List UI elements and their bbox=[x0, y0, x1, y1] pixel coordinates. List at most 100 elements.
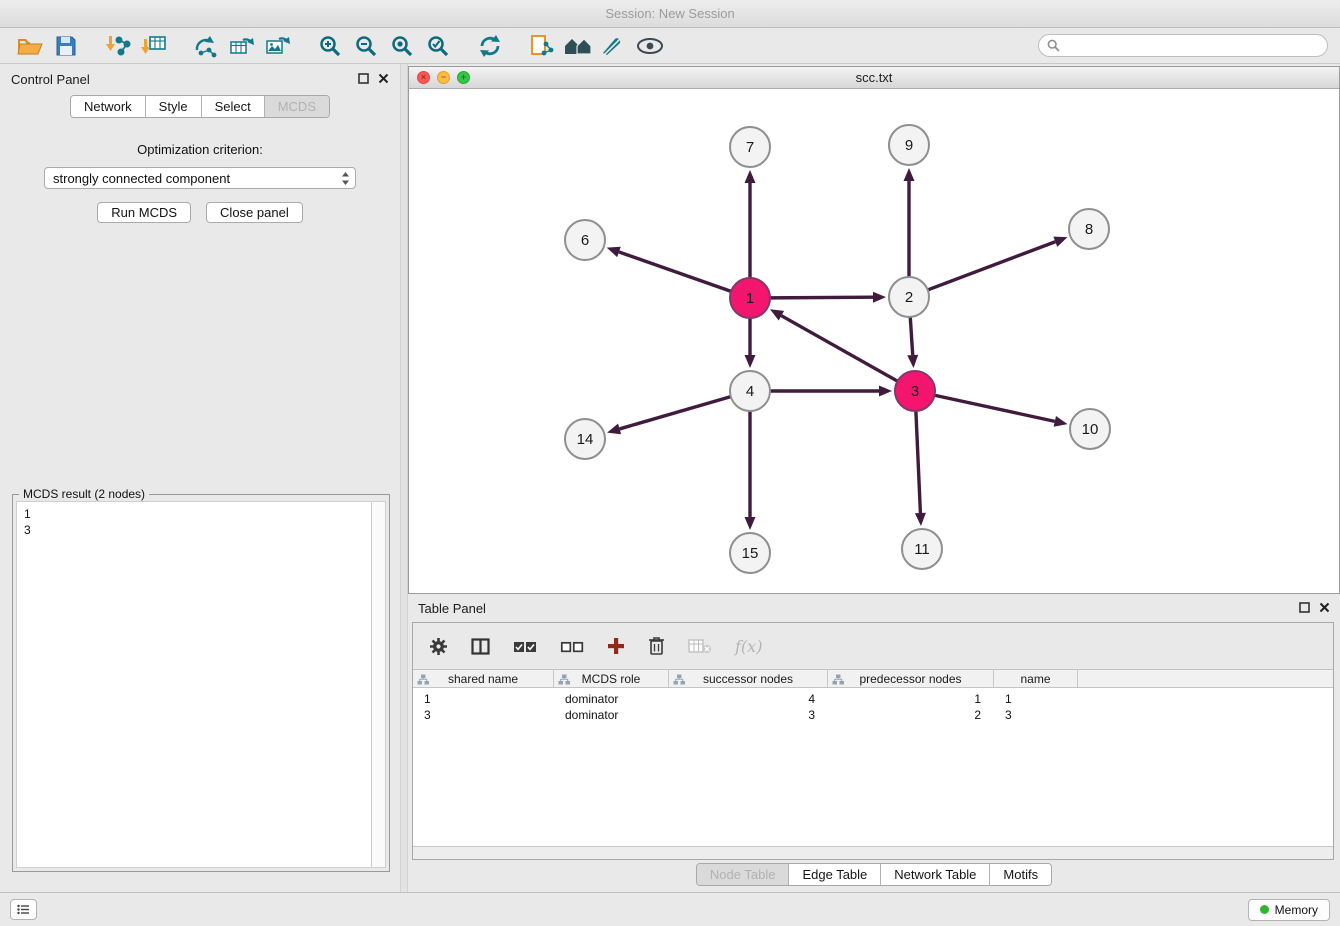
maximize-window-icon[interactable]: + bbox=[457, 71, 470, 84]
export-network-button[interactable] bbox=[188, 31, 224, 61]
tab-select[interactable]: Select bbox=[201, 96, 264, 117]
export-image-button[interactable] bbox=[260, 31, 296, 61]
float-panel-icon[interactable] bbox=[358, 72, 369, 87]
cell-mcds-role[interactable]: dominator bbox=[554, 707, 669, 723]
copy-view-button[interactable] bbox=[524, 31, 560, 61]
zoom-out-button[interactable] bbox=[348, 31, 384, 61]
open-session-button[interactable] bbox=[12, 31, 48, 61]
deselect-all-rows-button[interactable] bbox=[560, 640, 584, 653]
cell-predecessor-nodes[interactable]: 1 bbox=[828, 691, 994, 707]
table-row[interactable]: 3 dominator 3 2 3 bbox=[413, 707, 1333, 723]
graph-edge-4-14[interactable] bbox=[620, 397, 731, 429]
graph-node-label: 7 bbox=[746, 139, 754, 156]
graph-edge-arrowhead bbox=[745, 517, 756, 530]
zoom-fit-button[interactable] bbox=[384, 31, 420, 61]
graph-edge-3-11[interactable] bbox=[916, 411, 921, 513]
column-header-successor-nodes[interactable]: successor nodes bbox=[669, 670, 828, 687]
close-window-icon[interactable]: × bbox=[417, 71, 430, 84]
minimize-window-icon[interactable]: − bbox=[437, 71, 450, 84]
cell-successor-nodes[interactable]: 4 bbox=[669, 691, 828, 707]
tab-network-table[interactable]: Network Table bbox=[880, 864, 989, 885]
table-tabs: Node Table Edge Table Network Table Moti… bbox=[408, 863, 1340, 886]
memory-button[interactable]: Memory bbox=[1248, 899, 1330, 921]
graph-node-label: 6 bbox=[581, 232, 589, 249]
search-input[interactable] bbox=[1065, 39, 1319, 53]
apply-style-button[interactable] bbox=[596, 31, 632, 61]
mcds-result-group: MCDS result (2 nodes) 1 3 bbox=[12, 494, 390, 872]
window-titlebar[interactable]: Session: New Session bbox=[0, 0, 1340, 28]
network-window-titlebar[interactable]: × − + scc.txt bbox=[409, 67, 1339, 89]
mcds-result-title: MCDS result (2 nodes) bbox=[19, 487, 149, 501]
show-graphics-details-button[interactable] bbox=[632, 31, 668, 61]
table-settings-button[interactable] bbox=[429, 637, 448, 656]
tab-style[interactable]: Style bbox=[145, 96, 201, 117]
cell-shared-name[interactable]: 3 bbox=[413, 707, 554, 723]
table-panel-title: Table Panel bbox=[418, 601, 486, 616]
function-builder-button[interactable]: f(x) bbox=[735, 637, 762, 656]
graph-edge-2-8[interactable] bbox=[928, 242, 1056, 290]
split-columns-button[interactable] bbox=[471, 638, 490, 655]
memory-status-icon bbox=[1260, 905, 1269, 914]
tab-node-table[interactable]: Node Table bbox=[697, 864, 789, 885]
column-header-name[interactable]: name bbox=[994, 670, 1078, 687]
save-session-button[interactable] bbox=[48, 31, 84, 61]
tab-motifs[interactable]: Motifs bbox=[989, 864, 1051, 885]
cell-shared-name[interactable]: 1 bbox=[413, 691, 554, 707]
result-scrollbar[interactable] bbox=[371, 502, 385, 867]
zoom-in-button[interactable] bbox=[312, 31, 348, 61]
column-header-shared-name[interactable]: shared name bbox=[413, 670, 554, 687]
close-panel-icon[interactable] bbox=[1319, 601, 1330, 616]
task-history-button[interactable] bbox=[10, 899, 37, 920]
close-panel-button[interactable]: Close panel bbox=[206, 202, 303, 223]
float-panel-icon[interactable] bbox=[1299, 601, 1310, 616]
cell-successor-nodes[interactable]: 3 bbox=[669, 707, 828, 723]
zoom-selected-icon bbox=[426, 34, 450, 58]
zoom-in-icon bbox=[318, 34, 342, 58]
delete-row-button[interactable] bbox=[648, 636, 665, 656]
home-neighbors-button[interactable] bbox=[560, 31, 596, 61]
run-mcds-button[interactable]: Run MCDS bbox=[97, 202, 191, 223]
refresh-view-button[interactable] bbox=[472, 31, 508, 61]
criterion-dropdown[interactable]: strongly connected component bbox=[44, 167, 356, 189]
cell-name[interactable]: 3 bbox=[994, 707, 1078, 723]
graph-node-label: 15 bbox=[742, 545, 759, 562]
column-label: name bbox=[1020, 672, 1050, 686]
save-icon bbox=[55, 35, 77, 57]
graph-edge-1-2[interactable] bbox=[770, 297, 873, 298]
import-table-button[interactable] bbox=[136, 31, 172, 61]
table-header-row: shared name MCDS role succ bbox=[413, 669, 1333, 688]
table-row[interactable]: 1 dominator 4 1 1 bbox=[413, 691, 1333, 707]
trash-icon bbox=[648, 636, 665, 656]
tab-network[interactable]: Network bbox=[71, 96, 145, 117]
graph-edge-3-1[interactable] bbox=[781, 316, 897, 382]
graph-edge-1-6[interactable] bbox=[619, 252, 731, 291]
cell-mcds-role[interactable]: dominator bbox=[554, 691, 669, 707]
delete-table-button[interactable] bbox=[688, 638, 712, 654]
import-network-button[interactable] bbox=[100, 31, 136, 61]
tab-edge-table[interactable]: Edge Table bbox=[788, 864, 880, 885]
close-panel-icon[interactable] bbox=[378, 72, 389, 87]
status-bar: Memory bbox=[0, 892, 1340, 926]
graph-edge-3-10[interactable] bbox=[935, 395, 1055, 421]
export-table-button[interactable] bbox=[224, 31, 260, 61]
horizontal-scrollbar[interactable] bbox=[413, 846, 1333, 859]
cell-predecessor-nodes[interactable]: 2 bbox=[828, 707, 994, 723]
table-panel: Table Panel bbox=[408, 596, 1340, 892]
mcds-result-text: 1 3 bbox=[17, 502, 371, 867]
gear-icon bbox=[429, 637, 448, 656]
select-all-rows-button[interactable] bbox=[513, 640, 537, 653]
panel-divider[interactable] bbox=[400, 64, 408, 892]
tab-mcds[interactable]: MCDS bbox=[264, 96, 329, 117]
column-header-mcds-role[interactable]: MCDS role bbox=[554, 670, 669, 687]
mcds-result-area[interactable]: 1 3 bbox=[16, 501, 386, 868]
column-header-predecessor-nodes[interactable]: predecessor nodes bbox=[828, 670, 994, 687]
network-canvas[interactable]: 7968124314101511 bbox=[409, 89, 1339, 593]
eye-icon bbox=[636, 37, 664, 55]
cell-name[interactable]: 1 bbox=[994, 691, 1078, 707]
graph-edge-2-3[interactable] bbox=[910, 317, 912, 355]
search-box[interactable] bbox=[1038, 34, 1328, 57]
memory-label: Memory bbox=[1275, 903, 1318, 917]
add-row-button[interactable] bbox=[607, 637, 625, 655]
control-panel-tabs: Network Style Select MCDS bbox=[0, 95, 400, 118]
zoom-selected-button[interactable] bbox=[420, 31, 456, 61]
